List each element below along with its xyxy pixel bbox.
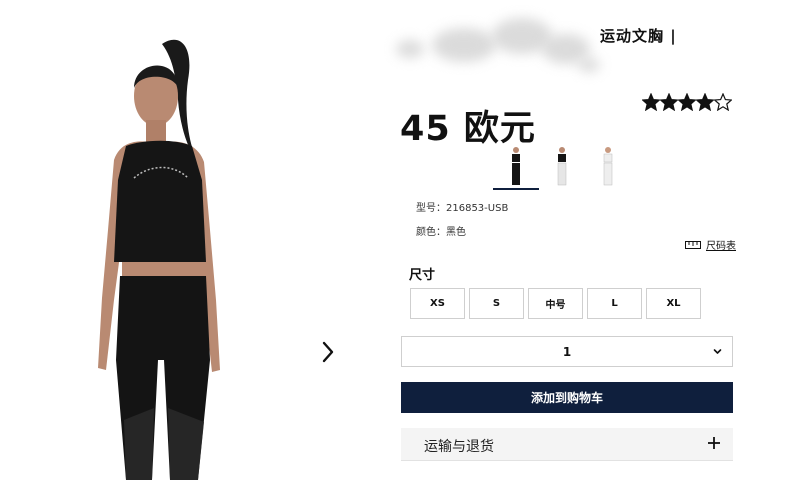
- size-chart-label: 尺码表: [706, 241, 736, 252]
- rating-stars[interactable]: [642, 93, 732, 111]
- product-title: 运动文胸 |: [600, 27, 677, 45]
- model-value: 216853-USB: [446, 203, 509, 214]
- thumbnail-black[interactable]: [493, 146, 539, 190]
- model-image: [98, 39, 220, 480]
- star-filled-icon: [660, 93, 678, 111]
- price: 45 欧元: [400, 109, 536, 149]
- thumbnail-white-pants[interactable]: [539, 146, 585, 190]
- size-option-l[interactable]: L: [587, 288, 642, 319]
- quantity-value: 1: [562, 345, 572, 359]
- model-number: 型号：216853-USB: [416, 203, 509, 214]
- quantity-select[interactable]: 1: [401, 336, 733, 367]
- plus-icon: [708, 437, 720, 449]
- shipping-returns-accordion[interactable]: 运输与退货: [401, 428, 733, 461]
- size-chart-link[interactable]: 尺码表: [685, 237, 736, 252]
- star-empty-icon: [714, 93, 732, 111]
- size-option-xs[interactable]: XS: [410, 288, 465, 319]
- product-photo: [0, 0, 345, 480]
- blurred-title: [392, 14, 600, 72]
- model-label: 型号: [416, 203, 436, 214]
- size-option-m[interactable]: 中号: [528, 288, 583, 319]
- thumbnail-strip: [493, 146, 631, 190]
- size-section-title: 尺寸: [409, 268, 436, 283]
- star-filled-icon: [642, 93, 660, 111]
- size-option-s[interactable]: S: [469, 288, 524, 319]
- shipping-returns-label: 运输与退货: [424, 439, 494, 455]
- color-value: 黑色: [446, 227, 466, 238]
- color-label: 颜色: [416, 227, 436, 238]
- size-options: XS S 中号 L XL: [410, 288, 701, 319]
- star-filled-icon: [696, 93, 714, 111]
- add-to-cart-button[interactable]: 添加到购物车: [401, 382, 733, 413]
- size-option-xl[interactable]: XL: [646, 288, 701, 319]
- ruler-icon: [685, 240, 701, 249]
- thumbnail-white[interactable]: [585, 146, 631, 190]
- star-filled-icon: [678, 93, 696, 111]
- next-arrow-icon[interactable]: [316, 339, 340, 365]
- color-info: 颜色：黑色: [416, 227, 466, 238]
- chevron-down-icon: [713, 349, 722, 354]
